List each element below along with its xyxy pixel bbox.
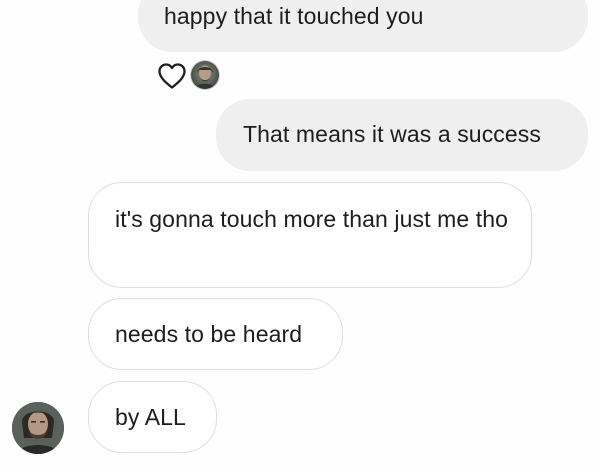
message-text: by ALL [115,404,186,430]
reactor-avatar[interactable] [191,61,219,89]
message-text: happy that it touched you [164,3,424,29]
heart-icon[interactable] [157,62,187,90]
received-message-bubble[interactable]: by ALL [88,381,217,453]
message-text: That means it was a success [243,121,541,147]
sender-avatar[interactable] [12,402,64,454]
message-text: it's gonna touch more than just me tho [115,206,509,232]
chat-thread: happy that it touched you That means it … [0,0,600,472]
sent-message-bubble[interactable]: happy that it touched you [138,0,588,52]
message-text: needs to be heard [115,321,303,347]
received-message-bubble[interactable]: it's gonna touch more than just me tho [88,182,532,288]
received-message-bubble[interactable]: needs to be heard [88,298,343,370]
sent-message-bubble[interactable]: That means it was a success [216,99,588,171]
